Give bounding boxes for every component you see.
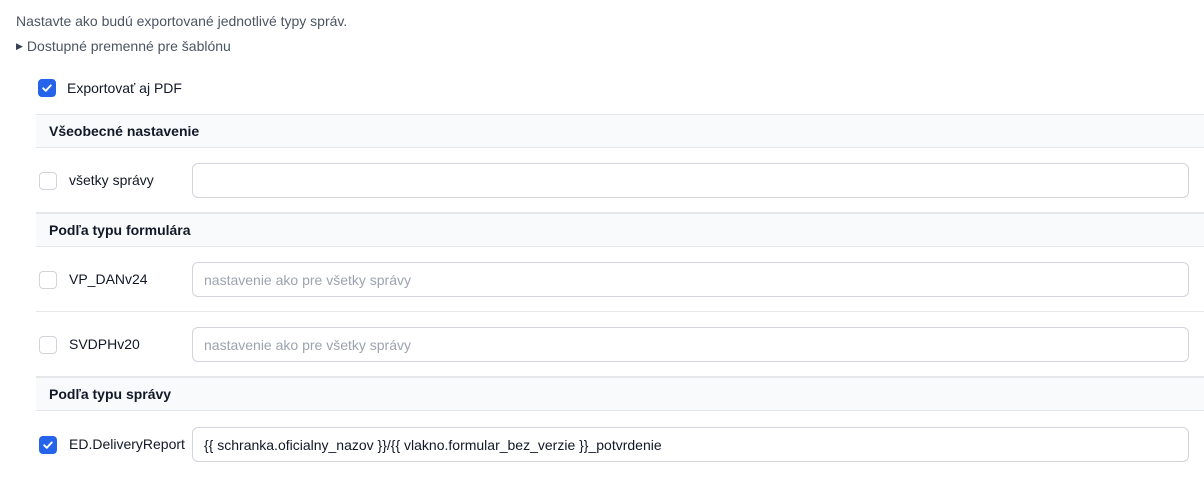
template-input-delivery-report[interactable] bbox=[192, 427, 1189, 462]
section-header-by-message: Podľa typu správy bbox=[36, 377, 1204, 411]
export-pdf-label: Exportovať aj PDF bbox=[67, 80, 182, 96]
settings-description: Nastavte ako budú exportované jednotlivé… bbox=[16, 13, 348, 29]
row-label: všetky správy bbox=[69, 172, 154, 188]
section-header-by-form: Podľa typu formulára bbox=[36, 213, 1204, 247]
template-input-vp-danv24[interactable] bbox=[192, 262, 1189, 297]
row-label: ED.DeliveryReport bbox=[69, 436, 185, 452]
row-checkbox-vp-danv24[interactable] bbox=[39, 271, 57, 289]
table-row: všetky správy bbox=[36, 148, 1204, 213]
table-row: ED.DeliveryReport bbox=[36, 412, 1204, 477]
table-row: SVDPHv20 bbox=[36, 312, 1204, 377]
triangle-right-icon: ▶ bbox=[16, 41, 23, 51]
template-variables-label: Dostupné premenné pre šablónu bbox=[26, 38, 231, 54]
row-label: SVDPHv20 bbox=[69, 336, 140, 352]
template-input-all-messages[interactable] bbox=[192, 163, 1189, 198]
row-checkbox-all-messages[interactable] bbox=[39, 172, 57, 190]
template-variables-toggle[interactable]: ▶ Dostupné premenné pre šablónu bbox=[16, 36, 231, 56]
row-checkbox-delivery-report[interactable] bbox=[39, 436, 57, 454]
row-checkbox-svdphv20[interactable] bbox=[39, 336, 57, 354]
export-settings-panel: Nastavte ako budú exportované jednotlivé… bbox=[0, 0, 1204, 488]
export-pdf-option[interactable]: Exportovať aj PDF bbox=[38, 79, 182, 97]
export-pdf-checkbox[interactable] bbox=[38, 79, 56, 97]
check-icon bbox=[43, 441, 53, 449]
section-header-general: Všeobecné nastavenie bbox=[36, 114, 1204, 148]
row-label: VP_DANv24 bbox=[69, 271, 148, 287]
template-input-svdphv20[interactable] bbox=[192, 327, 1189, 362]
check-icon bbox=[42, 84, 52, 92]
table-row: VP_DANv24 bbox=[36, 247, 1204, 312]
